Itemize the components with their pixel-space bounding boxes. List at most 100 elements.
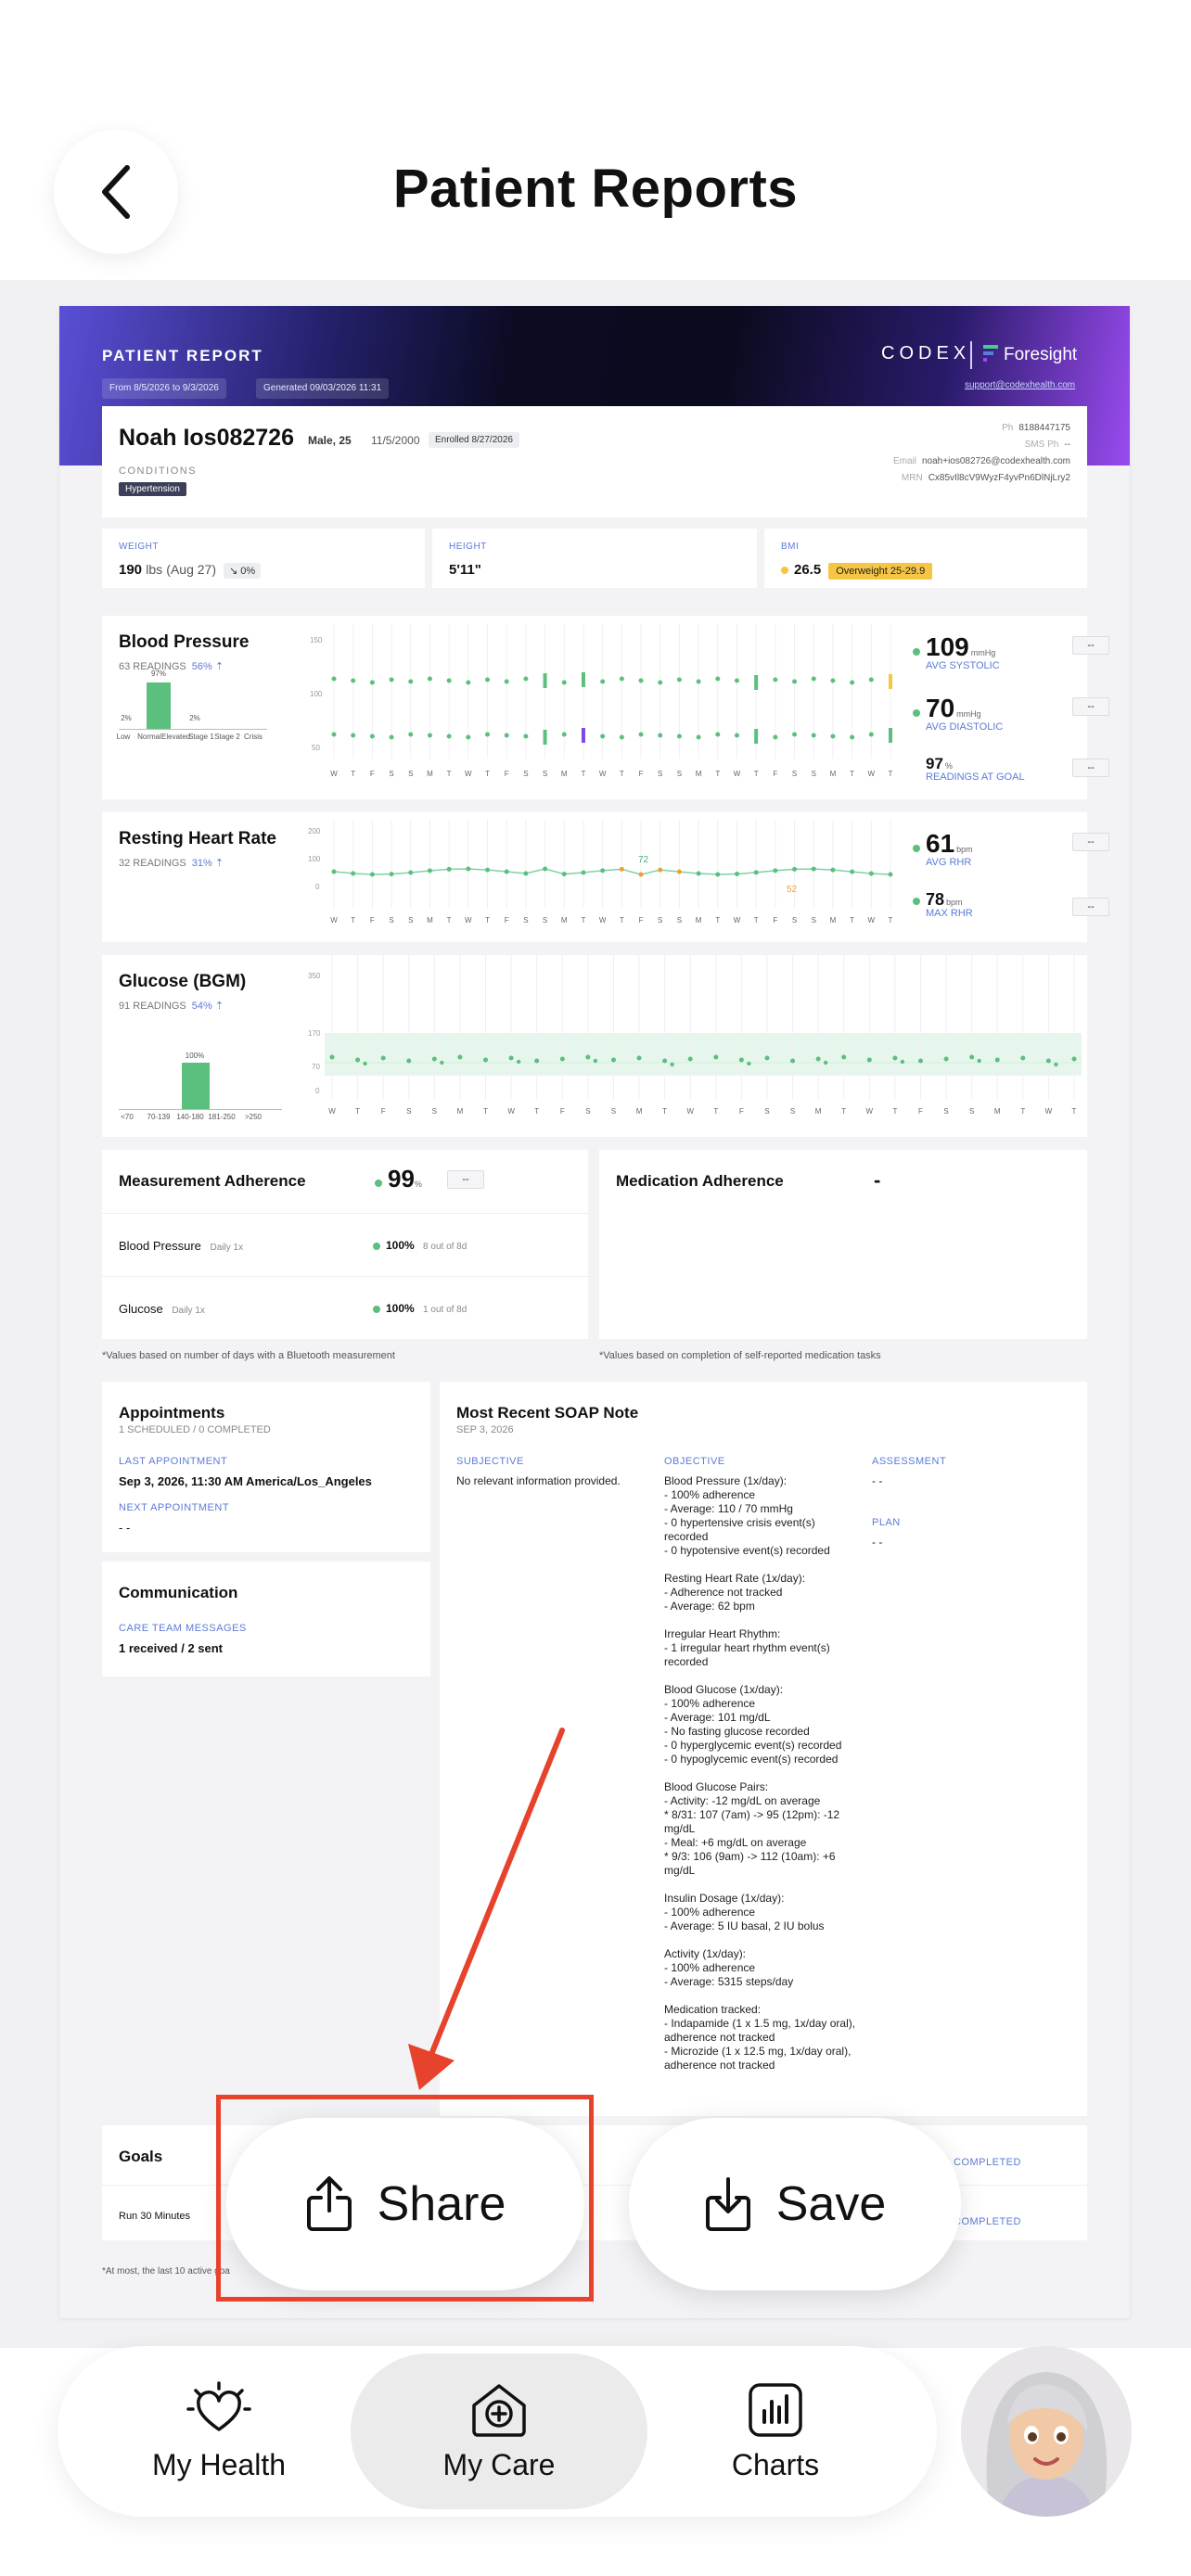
hist-bin-label: <70: [121, 1113, 134, 1121]
diastolic-point: [715, 732, 721, 737]
patient-sms: SMS Ph --: [1024, 440, 1070, 450]
x-tick-label: M: [993, 1107, 1001, 1116]
x-tick-label: S: [658, 916, 663, 925]
condition-tag: Hypertension: [119, 482, 186, 496]
weight-trend-badge: ↘ 0%: [223, 563, 262, 579]
glucose-point: [790, 1058, 796, 1064]
x-tick-label: T: [888, 770, 893, 778]
x-tick-label: M: [829, 770, 837, 778]
x-tick-label: S: [523, 916, 529, 925]
systolic-point: [773, 677, 778, 682]
systolic-point: [868, 677, 874, 682]
tab-my-health[interactable]: My Health: [70, 2353, 367, 2509]
weight-label: WEIGHT: [119, 542, 159, 552]
x-tick-label: F: [773, 770, 778, 778]
systolic-point: [466, 680, 471, 685]
x-tick-label: T: [753, 770, 759, 778]
medication-note: *Values based on completion of self-repo…: [599, 1350, 881, 1361]
systolic-bar: [754, 675, 759, 690]
glucose-point: [900, 1059, 905, 1065]
glucose-point: [943, 1056, 949, 1062]
glucose-point: [977, 1058, 981, 1064]
x-tick-label: W: [330, 916, 338, 925]
glucose-ytick-350: 350: [308, 972, 321, 980]
x-tick-label: M: [560, 916, 568, 925]
foresight-logo-icon: [983, 345, 998, 362]
share-highlight-box: [216, 2095, 594, 2302]
systolic-point: [523, 676, 529, 682]
hist-bin-label: 140-180: [176, 1113, 204, 1121]
diastolic-bar: [581, 728, 585, 743]
diastolic-point: [773, 734, 778, 740]
report-title: PATIENT REPORT: [102, 347, 263, 364]
glucose-section: Glucose (BGM) 91 READINGS 54% ⇡ 100% <70 7…: [102, 955, 1087, 1137]
diastolic-point: [504, 733, 509, 738]
glucose-point: [585, 1054, 591, 1060]
tab-my-care[interactable]: My Care: [351, 2353, 647, 2509]
bp-title: Blood Pressure: [119, 632, 250, 652]
appointments-card: Appointments 1 SCHEDULED / 0 COMPLETED L…: [102, 1382, 430, 1552]
adherence-row-glucose-pct: 100% 1 out of 8d: [373, 1302, 467, 1315]
rhr-point: [408, 870, 414, 875]
rhr-point: [619, 866, 624, 872]
medication-title: Medication Adherence: [616, 1172, 784, 1190]
diastolic-point: [830, 733, 836, 739]
glucose-point: [815, 1056, 821, 1062]
bmi-value: 26.5 Overweight 25-29.9: [781, 562, 933, 580]
x-tick-label: T: [850, 916, 855, 925]
objective-label: OBJECTIVE: [664, 1456, 725, 1467]
bp-readings-at-goal: 97% READINGS AT GOAL: [926, 755, 1025, 783]
glucose-point: [380, 1055, 386, 1061]
glucose-point: [593, 1058, 598, 1064]
x-tick-label: T: [483, 1107, 488, 1116]
systolic-point: [351, 678, 356, 683]
diastolic-point: [868, 732, 874, 737]
last-appointment-label: LAST APPOINTMENT: [119, 1456, 228, 1467]
systolic-point: [485, 677, 491, 682]
rhr-ytick-100: 100: [308, 855, 321, 863]
rhr-peak-label: 72: [638, 855, 649, 865]
generated-chip: Generated 09/03/2026 11:31: [256, 378, 390, 399]
rhr-point: [581, 870, 586, 875]
hist-bin-label: >250: [244, 1113, 263, 1121]
tab-charts-label: Charts: [731, 2447, 820, 2481]
x-tick-label: F: [504, 916, 509, 925]
rhr-point: [561, 872, 567, 877]
diastolic-point: [561, 732, 567, 737]
systolic-point: [676, 677, 682, 682]
x-tick-label: S: [791, 770, 798, 778]
glucose-point: [1054, 1062, 1058, 1067]
goal-completed-1: COMPLETED: [954, 2157, 1021, 2168]
user-avatar[interactable]: [961, 2346, 1132, 2517]
glucose-ytick-0: 0: [315, 1087, 320, 1095]
glucose-point: [534, 1058, 540, 1064]
bp-systolic-target-box: --: [1072, 636, 1109, 655]
report-document[interactable]: PATIENT REPORT From 8/5/2026 to 9/3/2026…: [59, 306, 1130, 2318]
systolic-bar: [889, 674, 892, 689]
x-tick-label: M: [695, 770, 702, 778]
goals-title: Goals: [119, 2148, 163, 2165]
glucose-point: [516, 1059, 521, 1065]
bp-goal-target-box: --: [1072, 759, 1109, 777]
diastolic-point: [408, 732, 414, 737]
tab-my-health-label: My Health: [151, 2447, 287, 2481]
save-button[interactable]: Save: [629, 2118, 961, 2290]
systolic-bar: [581, 672, 585, 687]
tab-charts[interactable]: Charts: [627, 2353, 924, 2509]
x-tick-label: T: [619, 916, 624, 925]
x-tick-label: T: [753, 916, 759, 925]
rhr-max-target-box: --: [1072, 898, 1109, 916]
x-tick-label: W: [733, 770, 741, 778]
glucose-point: [764, 1055, 770, 1061]
support-email-link[interactable]: support@codexhealth.com: [965, 380, 1075, 390]
measurement-adherence-card: Measurement Adherence 99% -- Blood Press…: [102, 1150, 588, 1339]
rhr-chart: [331, 820, 893, 909]
diastolic-bar: [754, 729, 759, 744]
care-team-messages: 1 received / 2 sent: [119, 1641, 224, 1655]
systolic-point: [734, 678, 739, 683]
glucose-point: [329, 1054, 335, 1060]
hist-bin-label: Crisis: [244, 733, 263, 741]
glucose-point: [431, 1056, 437, 1062]
glucose-point: [1020, 1055, 1026, 1061]
x-tick-label: M: [635, 1107, 643, 1116]
